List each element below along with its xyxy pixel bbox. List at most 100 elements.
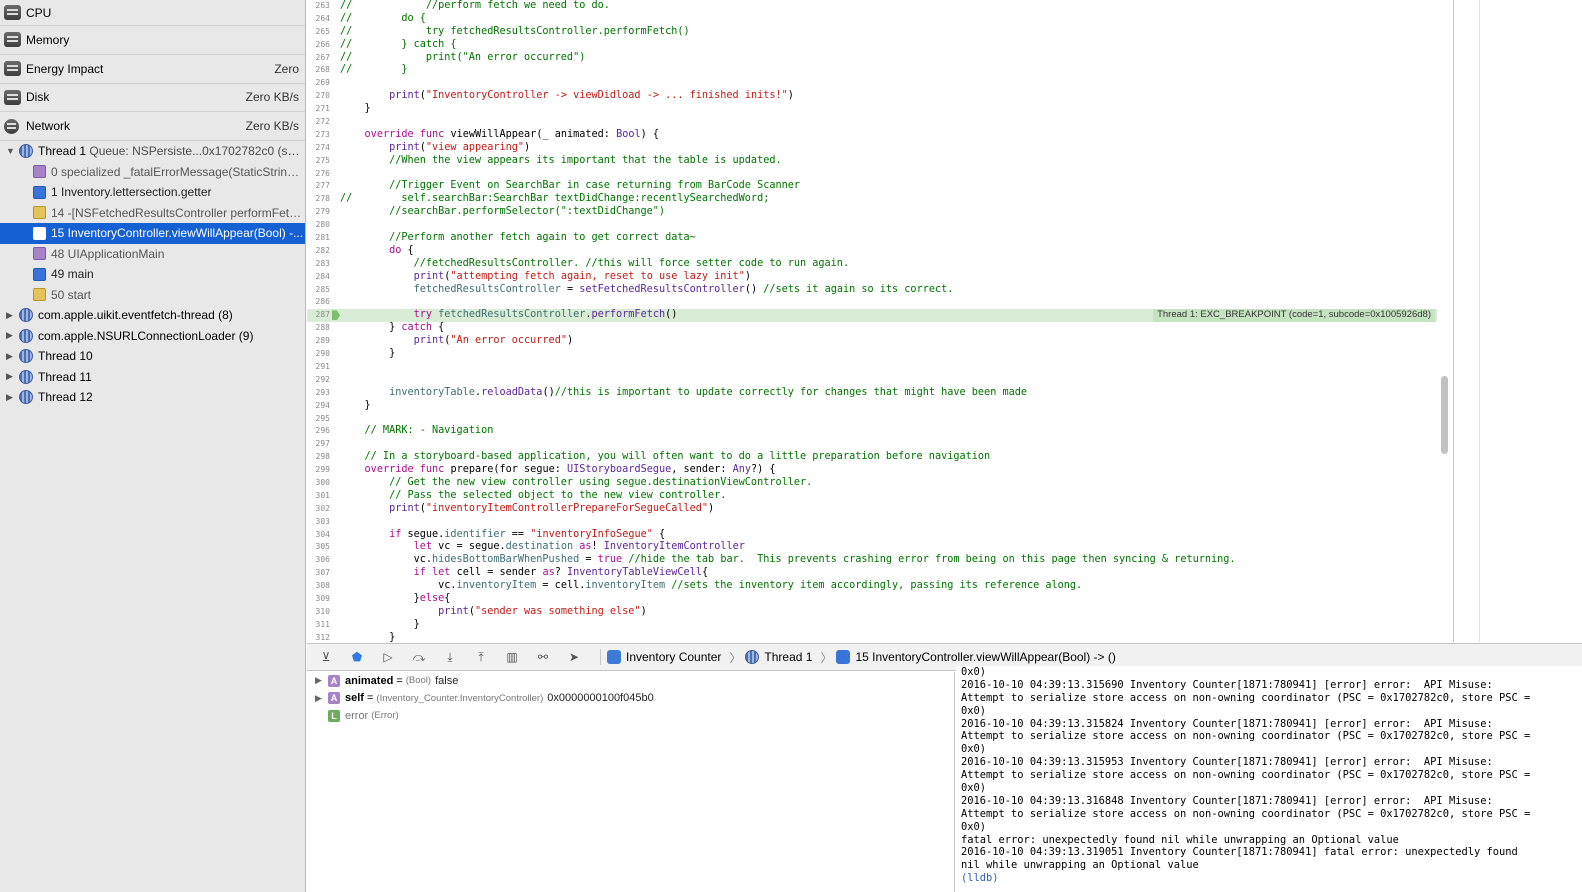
line-number[interactable]: 307 [307, 567, 330, 580]
code-line[interactable]: 298 // In a storyboard-based application… [307, 451, 1453, 464]
code-line[interactable]: 302 print("inventoryItemControllerPrepar… [307, 503, 1453, 516]
variable-row[interactable]: L error (Error) [307, 707, 954, 725]
breadcrumb-frame[interactable]: 15 InventoryController.viewWillAppear(Bo… [836, 650, 1116, 664]
stack-frame[interactable]: 49 main [0, 264, 305, 285]
line-number[interactable]: 308 [307, 580, 330, 593]
line-number[interactable]: 282 [307, 245, 330, 258]
disclosure-closed-icon[interactable]: ▶ [6, 330, 16, 341]
line-number[interactable]: 264 [307, 13, 330, 26]
code-line[interactable]: 312 } [307, 632, 1453, 642]
code-line[interactable]: 299 override func prepare(for segue: UIS… [307, 464, 1453, 477]
gauge-cpu[interactable]: CPU [0, 0, 305, 26]
step-out-button[interactable]: ⤒ [470, 649, 492, 665]
line-number[interactable]: 303 [307, 516, 330, 529]
line-number[interactable]: 275 [307, 155, 330, 168]
thread-row[interactable]: ▶ com.apple.NSURLConnectionLoader (9) [0, 326, 305, 347]
line-number[interactable]: 270 [307, 90, 330, 103]
line-number[interactable]: 266 [307, 39, 330, 52]
code-line[interactable]: 303 [307, 516, 1453, 529]
line-number[interactable]: 305 [307, 541, 330, 554]
code-line[interactable]: 301 // Pass the selected object to the n… [307, 490, 1453, 503]
code-line[interactable]: 307 if let cell = sender as? InventoryTa… [307, 567, 1453, 580]
code-line[interactable]: 263 // //perform fetch we need to do. [307, 0, 1453, 13]
code-line[interactable]: 309 }else{ [307, 593, 1453, 606]
code-line[interactable]: 280 [307, 219, 1453, 232]
thread-row[interactable]: ▶ Thread 10 [0, 346, 305, 367]
line-number[interactable]: 271 [307, 103, 330, 116]
line-number[interactable]: 299 [307, 464, 330, 477]
line-number[interactable]: 309 [307, 593, 330, 606]
variable-row[interactable]: ▶ A self = (Inventory_Counter.InventoryC… [307, 690, 954, 708]
view-hierarchy-button[interactable]: ▥ [501, 649, 523, 665]
code-line[interactable]: 289 print("An error occurred") [307, 335, 1453, 348]
disclosure-closed-icon[interactable]: ▶ [315, 693, 325, 704]
code-line[interactable]: 272 [307, 116, 1453, 129]
simulate-location-button[interactable]: ➤ [563, 649, 585, 665]
code-line[interactable]: 293 inventoryTable.reloadData()//this is… [307, 387, 1453, 400]
line-number[interactable]: 306 [307, 554, 330, 567]
lldb-prompt[interactable]: (lldb) [961, 872, 1582, 885]
gauge-network[interactable]: Network Zero KB/s [0, 112, 305, 142]
memory-graph-button[interactable]: ⚯ [532, 649, 554, 665]
thread-1[interactable]: ▼ Thread 1 Queue: NSPersiste...0x1702782… [0, 141, 305, 162]
code-line[interactable]: 267 // print("An error occurred") [307, 52, 1453, 65]
line-number[interactable]: 280 [307, 219, 330, 232]
line-number[interactable]: 273 [307, 129, 330, 142]
code-line[interactable]: 268 // } [307, 64, 1453, 77]
code-line[interactable]: 271 } [307, 103, 1453, 116]
step-over-button[interactable]: ⤼ [408, 649, 430, 665]
line-number[interactable]: 304 [307, 529, 330, 542]
disclosure-open-icon[interactable]: ▼ [6, 146, 16, 156]
line-number[interactable]: 292 [307, 374, 330, 387]
stack-frame[interactable]: 50 start [0, 285, 305, 306]
line-number[interactable]: 277 [307, 180, 330, 193]
line-number[interactable]: 287 [307, 309, 330, 322]
code-line[interactable]: 292 [307, 374, 1453, 387]
stack-frame-selected[interactable]: 15 InventoryController.viewWillAppear(Bo… [0, 223, 305, 244]
step-into-button[interactable]: ⤓ [439, 649, 461, 665]
stack-frame[interactable]: 14 -[NSFetchedResultsController performF… [0, 203, 305, 224]
code-line[interactable]: 291 [307, 361, 1453, 374]
line-number[interactable]: 286 [307, 296, 330, 309]
disclosure-closed-icon[interactable]: ▶ [6, 371, 16, 382]
code-line[interactable]: 282 do { [307, 245, 1453, 258]
breadcrumb-thread[interactable]: Thread 1 [745, 650, 812, 664]
line-number[interactable]: 311 [307, 619, 330, 632]
code-line[interactable]: 305 let vc = segue.destination as! Inven… [307, 541, 1453, 554]
stack-frame[interactable]: 48 UIApplicationMain [0, 244, 305, 265]
line-number[interactable]: 263 [307, 0, 330, 13]
code-line[interactable]: 279 //searchBar.performSelector(":textDi… [307, 206, 1453, 219]
code-line[interactable]: 286 [307, 296, 1453, 309]
line-number[interactable]: 297 [307, 438, 330, 451]
line-number[interactable]: 283 [307, 258, 330, 271]
line-number[interactable]: 265 [307, 26, 330, 39]
code-line[interactable]: 275 //When the view appears its importan… [307, 155, 1453, 168]
editor-scrollbar[interactable] [1441, 376, 1448, 454]
code-line[interactable]: 296 // MARK: - Navigation [307, 425, 1453, 438]
line-number[interactable]: 278 [307, 193, 330, 206]
line-number[interactable]: 267 [307, 52, 330, 65]
code-line[interactable]: 278 // self.searchBar:SearchBar textDidCh… [307, 193, 1453, 206]
code-line[interactable]: 288 } catch { [307, 322, 1453, 335]
code-line[interactable]: 277 //Trigger Event on SearchBar in case… [307, 180, 1453, 193]
gauge-disk[interactable]: Disk Zero KB/s [0, 84, 305, 113]
code-line[interactable]: 294 } [307, 400, 1453, 413]
code-line[interactable]: 304 if segue.identifier == "inventoryInf… [307, 529, 1453, 542]
line-number[interactable]: 288 [307, 322, 330, 335]
code-line[interactable]: 283 //fetchedResultsController. //this w… [307, 258, 1453, 271]
code-line[interactable]: 310 print("sender was something else") [307, 606, 1453, 619]
stack-frame[interactable]: 0 specialized _fatalErrorMessage(StaticS… [0, 162, 305, 183]
line-number[interactable]: 291 [307, 361, 330, 374]
line-number[interactable]: 279 [307, 206, 330, 219]
code-line[interactable]: 311 } [307, 619, 1453, 632]
line-number[interactable]: 295 [307, 413, 330, 426]
code-line[interactable]: 306 vc.hidesBottomBarWhenPushed = true /… [307, 554, 1453, 567]
continue-button[interactable]: ▷ [377, 649, 399, 665]
disclosure-closed-icon[interactable]: ▶ [6, 310, 16, 321]
line-number[interactable]: 290 [307, 348, 330, 361]
code-line[interactable]: 285 fetchedResultsController = setFetche… [307, 284, 1453, 297]
line-number[interactable]: 272 [307, 116, 330, 129]
code-line[interactable]: 270 print("InventoryController -> viewDi… [307, 90, 1453, 103]
disclosure-closed-icon[interactable]: ▶ [6, 351, 16, 362]
line-number[interactable]: 289 [307, 335, 330, 348]
